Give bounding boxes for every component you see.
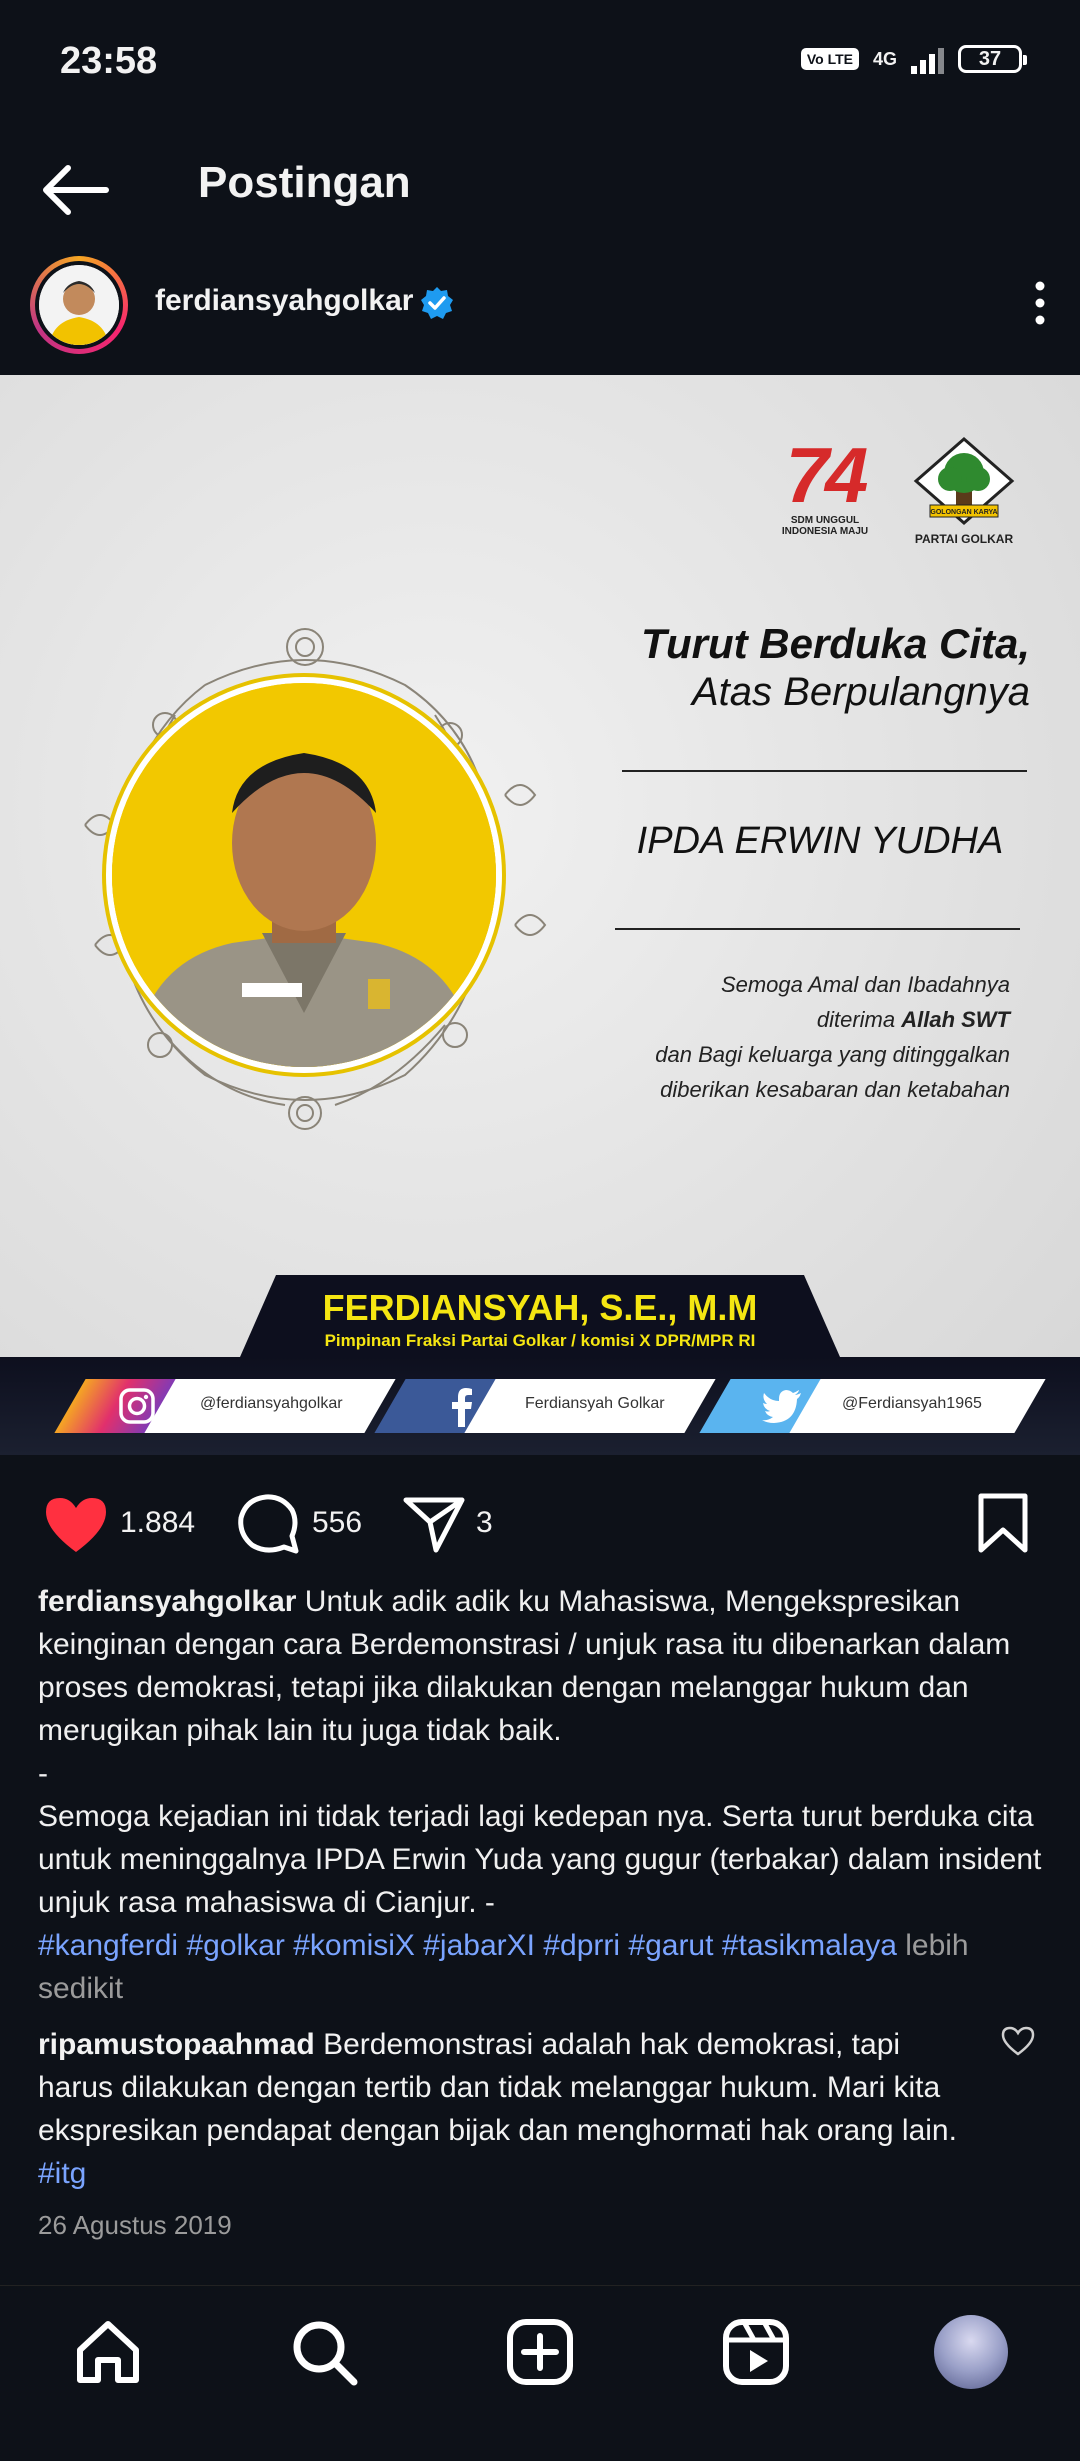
sender-banner: FERDIANSYAH, S.E., M.M Pimpinan Fraksi P…	[240, 1275, 840, 1357]
network-type: 4G	[872, 48, 897, 69]
facebook-glyph	[452, 1388, 472, 1427]
share-count[interactable]: 3	[476, 1506, 493, 1540]
social-band: @ferdiansyahgolkar Ferdiansyah Golkar @F…	[0, 1357, 1080, 1455]
bookmark-icon[interactable]	[976, 1492, 1030, 1554]
like-count[interactable]: 1.884	[120, 1506, 195, 1540]
comment-username[interactable]: ripamustopaahmad	[38, 2028, 315, 2061]
post-actions: 1.884 556 3	[0, 1470, 1080, 1570]
top-bar: Postingan	[0, 140, 1080, 240]
heart-filled-icon[interactable]	[42, 1494, 110, 1554]
hashtag[interactable]: #tasikmalaya	[722, 1929, 897, 1962]
condolence-heading: Turut Berduka Cita, Atas Berpulangnya	[641, 620, 1030, 714]
prayer-text: Semoga Amal dan Ibadahnya diterima Allah…	[655, 972, 1010, 1102]
comment-count[interactable]: 556	[312, 1506, 362, 1540]
comment-hashtag[interactable]: #itg	[38, 2157, 86, 2190]
svg-text:GOLONGAN KARYA: GOLONGAN KARYA	[930, 509, 997, 516]
status-icons: Vo LTE 4G 37	[800, 44, 1027, 74]
divider	[615, 928, 1020, 930]
post-date: 26 Agustus 2019	[38, 2210, 232, 2240]
battery-icon: 37	[958, 45, 1027, 73]
home-icon[interactable]	[72, 2316, 144, 2388]
deceased-photo	[112, 683, 496, 1067]
hashtag[interactable]: #kangferdi	[38, 1929, 178, 1962]
comment-item: ripamustopaahmad Berdemonstrasi adalah h…	[38, 2023, 968, 2195]
bottom-nav	[0, 2285, 1080, 2461]
caption-text-2: Semoga kejadian ini tidak terjadi lagi k…	[38, 1800, 1042, 1919]
paper-plane-icon[interactable]	[402, 1494, 466, 1554]
golkar-logo: GOLONGAN KARYA PARTAI GOLKAR	[912, 437, 1016, 553]
create-icon[interactable]	[504, 2316, 576, 2388]
hashtag[interactable]: #dprri	[543, 1929, 620, 1962]
signal-icon	[911, 44, 944, 74]
status-time: 23:58	[60, 40, 158, 82]
status-bar: 23:58 Vo LTE 4G 37	[0, 0, 1080, 130]
verified-badge-icon	[421, 287, 453, 319]
caption-username[interactable]: ferdiansyahgolkar	[38, 1585, 296, 1618]
anniversary-logo: 74 SDM UNGGUL INDONESIA MAJU	[781, 431, 869, 537]
more-vertical-icon[interactable]	[1030, 278, 1050, 328]
instagram-glyph	[119, 1388, 155, 1424]
author-avatar[interactable]	[30, 256, 128, 354]
author-username[interactable]: ferdiansyahgolkar	[155, 284, 413, 318]
divider	[622, 770, 1027, 772]
post-caption: ferdiansyahgolkar Untuk adik adik ku Mah…	[38, 1580, 1048, 2010]
reels-icon[interactable]	[720, 2316, 792, 2388]
hashtag[interactable]: #golkar	[186, 1929, 284, 1962]
post-image[interactable]: 74 SDM UNGGUL INDONESIA MAJU GOLONGAN KA…	[0, 375, 1080, 1455]
arrow-left-icon[interactable]	[40, 162, 110, 218]
comment-icon[interactable]	[236, 1492, 300, 1556]
caption-separator: -	[38, 1757, 48, 1790]
post-header: ferdiansyahgolkar	[0, 250, 1080, 360]
heart-outline-icon[interactable]	[1000, 2025, 1036, 2057]
hashtag[interactable]: #jabarXI	[423, 1929, 535, 1962]
hashtag[interactable]: #garut	[628, 1929, 713, 1962]
hashtag[interactable]: #komisiX	[293, 1929, 415, 1962]
battery-level: 37	[978, 47, 1002, 70]
profile-avatar[interactable]	[934, 2315, 1008, 2389]
deceased-name: IPDA ERWIN YUDHA	[636, 820, 1004, 862]
page-title: Postingan	[198, 158, 411, 207]
search-icon[interactable]	[288, 2316, 360, 2388]
twitter-glyph	[762, 1390, 801, 1423]
volte-icon: Vo LTE	[800, 48, 859, 70]
